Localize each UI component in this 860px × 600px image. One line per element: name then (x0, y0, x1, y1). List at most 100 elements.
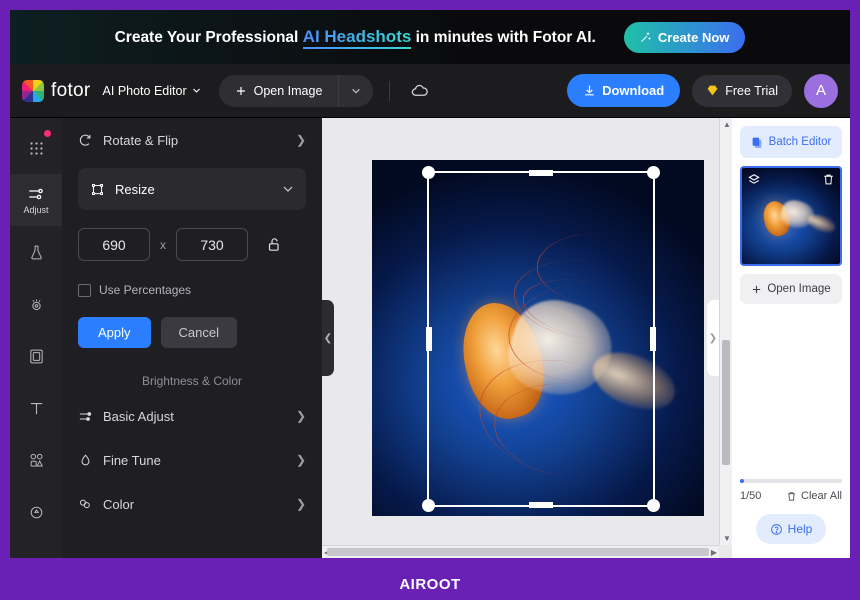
fotor-logo-text: fotor (51, 79, 91, 101)
open-image-button[interactable]: Open Image (218, 74, 339, 107)
chevron-right-icon: ❯ (295, 409, 306, 423)
panel-row-fine-tune[interactable]: Fine Tune ❯ (78, 438, 306, 482)
image-counter: 1/50 (740, 490, 762, 502)
use-percentages-label: Use Percentages (99, 283, 192, 297)
images-panel: Batch Editor Open Image 1/50 Clear All H… (732, 118, 850, 558)
rotate-icon (78, 133, 93, 148)
adjust-panel: Rotate & Flip ❯ Resize 690 x 730 Use Per… (62, 118, 322, 558)
open-image-dropdown-button[interactable] (338, 74, 374, 107)
create-now-label: Create Now (657, 29, 730, 45)
panel-row-label: Rotate & Flip (103, 132, 179, 148)
panel-row-color[interactable]: Color ❯ (78, 482, 306, 526)
avatar[interactable]: A (804, 73, 838, 108)
resize-actions: Apply Cancel (78, 317, 306, 348)
free-trial-label: Free Trial (725, 83, 778, 98)
panel-open-image-button[interactable]: Open Image (740, 274, 842, 304)
clear-all-button[interactable]: Clear All (786, 490, 842, 502)
eye-icon (28, 296, 45, 313)
chevron-right-icon: ❯ (295, 497, 306, 511)
tool-rail: Adjust (10, 118, 62, 558)
gem-icon (706, 84, 719, 97)
open-image-label: Open Image (253, 83, 323, 98)
question-circle-icon (770, 523, 783, 536)
open-image-group: Open Image (218, 74, 374, 107)
help-button[interactable]: Help (755, 514, 827, 544)
cancel-button[interactable]: Cancel (160, 317, 237, 348)
free-trial-button[interactable]: Free Trial (692, 74, 792, 107)
header-divider (389, 80, 391, 101)
scrollbar-thumb[interactable] (722, 340, 730, 466)
width-input[interactable] (78, 228, 150, 261)
elements-icon (28, 452, 45, 469)
airoot-watermark: AIROOT (399, 575, 461, 593)
promo-text-after: in minutes with Fotor AI. (411, 29, 596, 46)
rail-item-apps-grid[interactable] (10, 122, 62, 174)
rail-item-adjust[interactable]: Adjust (10, 174, 62, 226)
create-now-button[interactable]: Create Now (623, 21, 746, 53)
scrollbar-thumb[interactable] (327, 548, 709, 556)
panel-row-resize[interactable]: Resize (78, 168, 306, 210)
rail-item-text[interactable] (10, 382, 62, 434)
droplet-icon (28, 504, 45, 521)
rail-item-elements[interactable] (10, 434, 62, 486)
fotor-logo[interactable]: fotor (22, 79, 91, 102)
image-thumbnail[interactable] (740, 166, 842, 266)
resize-icon (90, 182, 105, 197)
download-button[interactable]: Download (567, 74, 681, 107)
canvas-photo[interactable] (372, 160, 704, 516)
canvas-viewport[interactable] (322, 118, 719, 545)
app-body: Adjust Rotate & Flip ❯ Resize 690 x 730 … (10, 118, 850, 558)
text-t-icon (28, 400, 45, 417)
panel-open-image-label: Open Image (767, 283, 831, 295)
apply-button[interactable]: Apply (78, 317, 151, 348)
rail-item-frame[interactable] (10, 330, 62, 382)
panel-row-label: Resize (115, 181, 155, 197)
collapse-right-panel-button[interactable]: ❯ (707, 300, 719, 376)
chevron-right-icon: ❯ (708, 332, 718, 344)
batch-status-row: 1/50 Clear All (740, 490, 842, 502)
use-percentages-checkbox[interactable]: Use Percentages (78, 283, 306, 297)
height-input[interactable] (176, 228, 248, 261)
droplet-icon (78, 453, 93, 468)
batch-editor-label: Batch Editor (768, 136, 832, 148)
panel-row-label: Basic Adjust (103, 408, 174, 424)
download-icon (583, 84, 596, 97)
batch-editor-button[interactable]: Batch Editor (740, 126, 842, 158)
panel-row-label: Color (103, 496, 135, 512)
frame-icon (28, 348, 45, 365)
download-label: Download (602, 83, 665, 98)
chevron-down-icon (192, 86, 201, 95)
chevron-down-icon (351, 86, 361, 96)
promo-text-before: Create Your Professional (114, 29, 303, 46)
notification-badge (44, 130, 51, 137)
chevron-right-icon: ❯ (295, 453, 306, 467)
aspect-ratio-lock-button[interactable] (262, 232, 287, 257)
chevron-right-icon: ❯ (295, 133, 306, 147)
plus-icon (751, 284, 762, 295)
rail-item-beauty[interactable] (10, 226, 62, 278)
cloud-storage-button[interactable] (406, 77, 433, 104)
collapse-left-panel-button[interactable]: ❮ (322, 300, 334, 376)
panel-row-basic-adjust[interactable]: Basic Adjust ❯ (78, 394, 306, 438)
batch-progress-bar (740, 479, 842, 483)
editor-mode-selector[interactable]: AI Photo Editor (103, 84, 201, 98)
brightness-color-section-title: Brightness & Color (141, 374, 243, 388)
stacked-documents-icon (751, 136, 764, 149)
help-label: Help (787, 522, 813, 536)
layers-icon[interactable] (746, 172, 761, 187)
canvas-vertical-scrollbar[interactable]: ▲ ▼ (719, 118, 732, 545)
dimension-separator: x (160, 237, 166, 252)
rail-item-effects[interactable] (10, 486, 62, 538)
fotor-app-window: Create Your Professional AI Headshots in… (10, 10, 850, 558)
canvas-horizontal-scrollbar[interactable]: ◀ ▶ (322, 545, 719, 558)
panel-row-label: Fine Tune (103, 452, 161, 468)
rail-item-retouch[interactable] (10, 278, 62, 330)
progress-fill (740, 479, 745, 483)
sliders-icon (27, 185, 45, 203)
screenshot-frame: Create Your Professional AI Headshots in… (0, 0, 860, 600)
trash-icon[interactable] (821, 172, 836, 187)
trash-icon (786, 491, 797, 502)
panel-row-rotate-flip[interactable]: Rotate & Flip ❯ (78, 118, 306, 162)
canvas-area: ▲ ▼ ◀ ▶ ❮ ❯ (322, 118, 732, 558)
sliders-icon (78, 409, 93, 424)
